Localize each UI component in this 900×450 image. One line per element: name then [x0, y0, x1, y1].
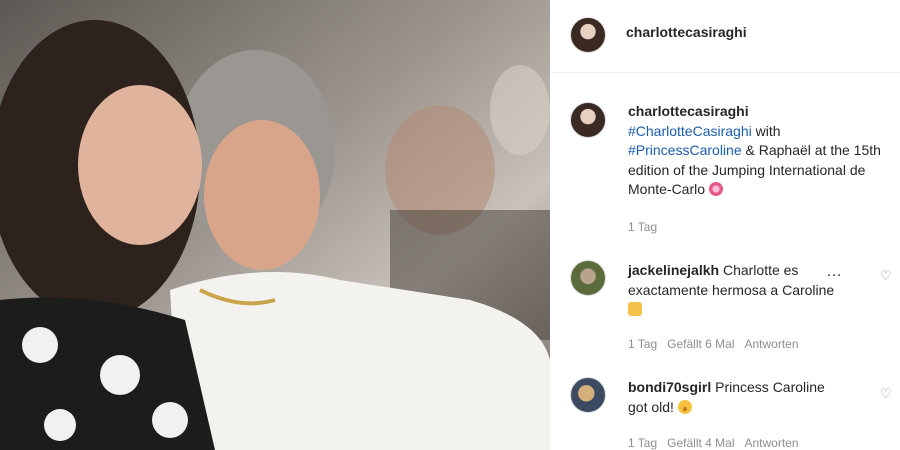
comment-time: 1 Tag: [628, 337, 658, 351]
more-options-icon[interactable]: …: [826, 263, 843, 281]
comment: bondi70sgirl Princess Caroline got old!: [628, 378, 848, 417]
avatar[interactable]: [570, 17, 606, 53]
post-photo[interactable]: [0, 0, 550, 450]
post-detail-panel: charlottecasiraghi charlottecasiraghi #Ch…: [550, 0, 900, 450]
comment-username[interactable]: bondi70sgirl: [628, 379, 711, 395]
caption-text: with: [751, 122, 781, 139]
caption-time: 1 Tag: [628, 220, 658, 234]
photo-illustration: [0, 0, 550, 450]
caption-username[interactable]: charlottecasiraghi: [628, 102, 890, 122]
heart-icon[interactable]: ♡: [880, 268, 892, 284]
comment-username[interactable]: jackelinejalkh: [628, 262, 719, 278]
comment-time: 1 Tag: [628, 436, 658, 450]
post-header: charlottecasiraghi: [550, 0, 900, 73]
caption-avatar[interactable]: [570, 102, 606, 138]
header-username[interactable]: charlottecasiraghi: [626, 24, 747, 40]
hand-emoji-icon: [628, 302, 642, 316]
comment-avatar[interactable]: [570, 260, 606, 296]
flower-icon: [708, 182, 723, 196]
post-caption: charlottecasiraghi #CharlotteCasiraghi wi…: [628, 102, 890, 200]
comment-avatar[interactable]: [570, 377, 606, 413]
comment-meta: 1 Tag Gefällt 4 Mal Antworten: [628, 436, 809, 450]
likes-count[interactable]: Gefällt 6 Mal: [667, 337, 734, 351]
sad-face-icon: [677, 399, 692, 414]
reply-button[interactable]: Antworten: [745, 436, 799, 450]
likes-count[interactable]: Gefällt 4 Mal: [667, 436, 734, 450]
heart-icon[interactable]: ♡: [880, 386, 892, 402]
comment: jackelinejalkh Charlotte es exactamente …: [628, 261, 848, 320]
hashtag-link[interactable]: #CharlotteCasiraghi: [628, 123, 752, 139]
reply-button[interactable]: Antworten: [745, 337, 799, 351]
comment-meta: 1 Tag Gefällt 6 Mal Antworten: [628, 337, 809, 351]
hashtag-link[interactable]: #PrincessCaroline: [628, 142, 742, 158]
